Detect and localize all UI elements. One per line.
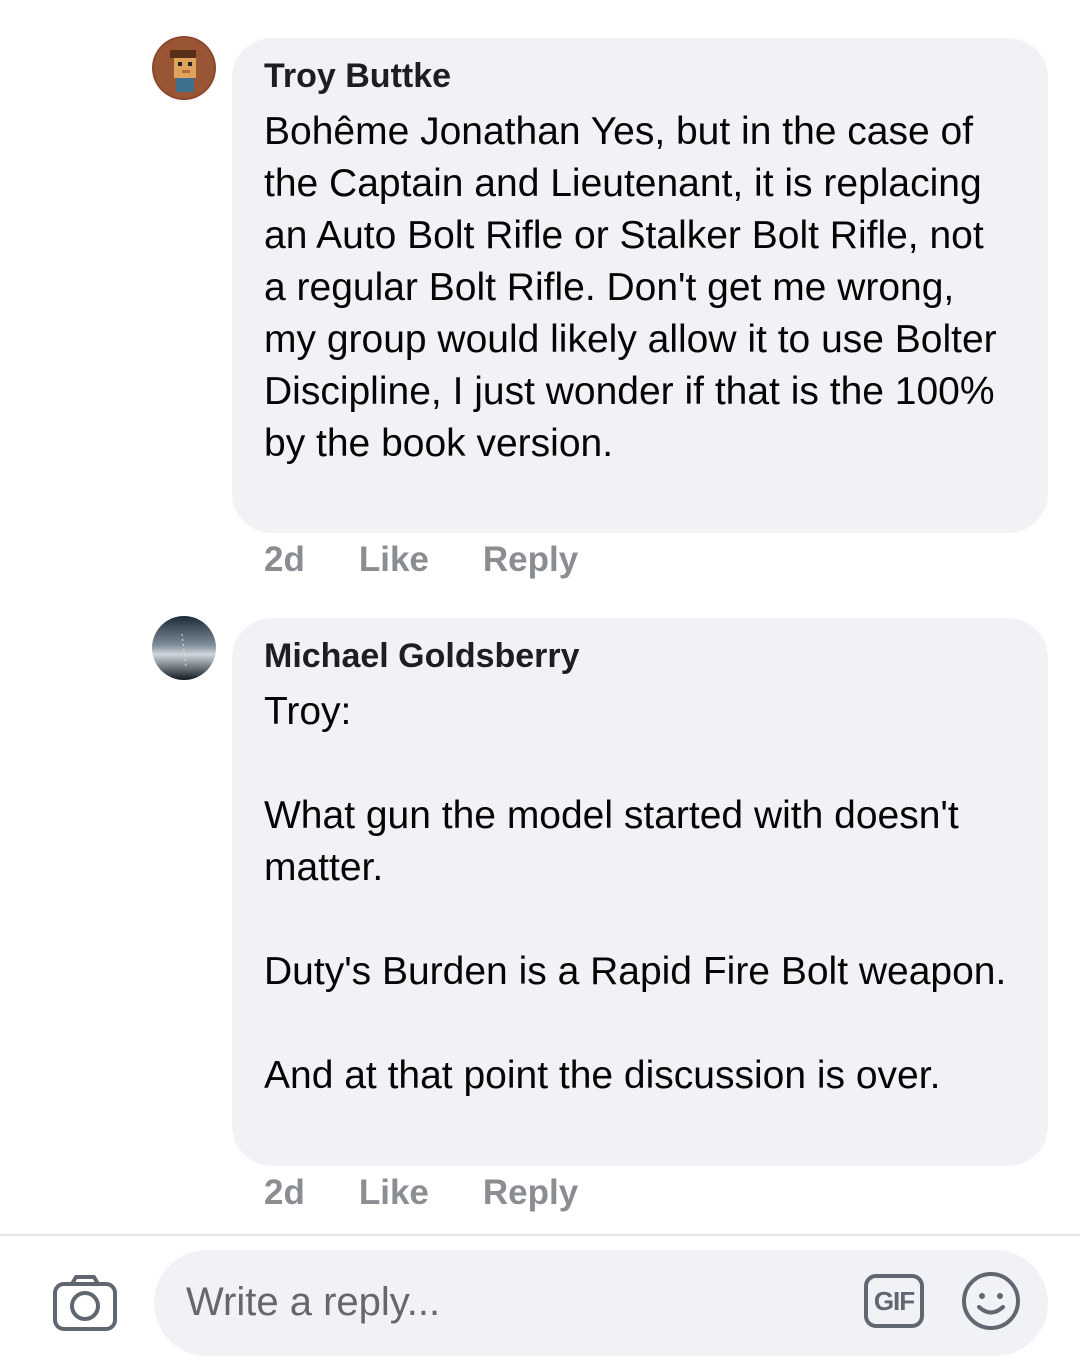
comment-text: Bohême Jonathan Yes, but in the case of … [264, 110, 997, 465]
comment-bubble: Michael Goldsberry Troy: What gun the mo… [232, 618, 1048, 1166]
comment-actions: 2d Like Reply [264, 1173, 632, 1213]
comment-author[interactable]: Michael Goldsberry [264, 636, 1016, 676]
comment-timestamp[interactable]: 2d [264, 540, 305, 580]
camera-icon[interactable] [52, 1274, 118, 1332]
reply-placeholder: Write a reply... [186, 1280, 441, 1324]
comment-text: Troy: What gun the model started with do… [264, 690, 1007, 1097]
avatar-michael-image [152, 616, 216, 680]
cut-off-text [400, 0, 520, 4]
reply-input[interactable]: Write a reply... GIF [154, 1250, 1048, 1356]
avatar-troy-image [152, 36, 216, 100]
reply-button[interactable]: Reply [483, 540, 578, 580]
reply-button[interactable]: Reply [483, 1173, 578, 1213]
comment-actions: 2d Like Reply [264, 540, 632, 580]
avatar[interactable] [152, 36, 216, 100]
like-button[interactable]: Like [359, 540, 429, 580]
comment-bubble: Troy Buttke Bohême Jonathan Yes, but in … [232, 38, 1048, 533]
comment-author[interactable]: Troy Buttke [264, 56, 1016, 96]
avatar[interactable] [152, 616, 216, 680]
gif-icon[interactable]: GIF [864, 1274, 924, 1328]
emoji-icon[interactable] [960, 1270, 1022, 1332]
reply-composer: Write a reply... GIF [0, 1236, 1080, 1371]
comment-timestamp[interactable]: 2d [264, 1173, 305, 1213]
like-button[interactable]: Like [359, 1173, 429, 1213]
